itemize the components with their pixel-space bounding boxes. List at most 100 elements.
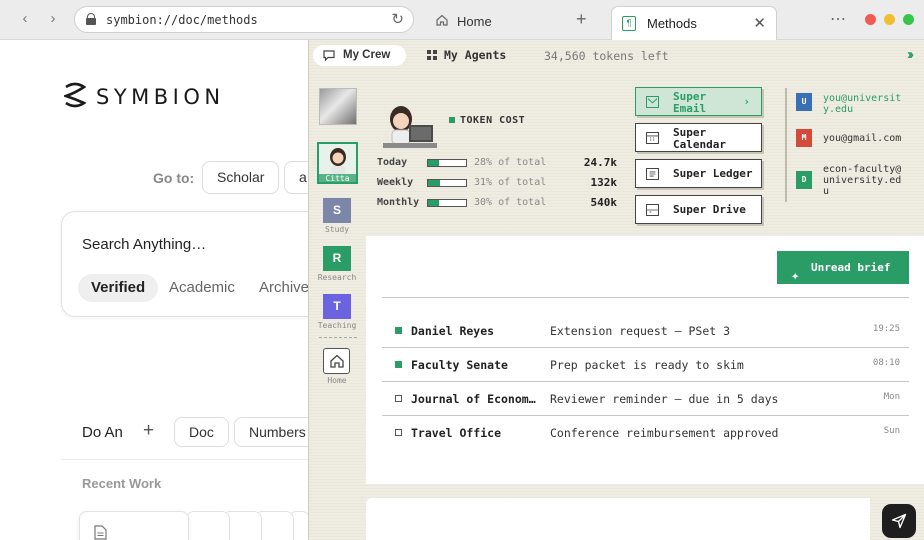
filter-tab-verified[interactable]: Verified bbox=[78, 274, 159, 302]
tab-methods-label: Methods bbox=[647, 16, 697, 31]
message-row[interactable]: Journal of Econom… Reviewer reminder — d… bbox=[382, 382, 909, 416]
tab-home[interactable]: Home + bbox=[424, 7, 604, 35]
account-badge: D bbox=[796, 171, 812, 189]
workspace-badge: T bbox=[323, 294, 351, 319]
workspace-caption: Study bbox=[324, 225, 350, 234]
service-super-calendar[interactable]: Super Calendar bbox=[635, 123, 762, 152]
token-bar bbox=[427, 159, 467, 167]
workspace-badge: S bbox=[323, 198, 351, 223]
unread-dot bbox=[395, 361, 402, 368]
token-row-today: Today 28% of total 24.7k bbox=[377, 156, 617, 171]
message-row[interactable]: Faculty Senate Prep packet is ready to s… bbox=[382, 348, 909, 382]
account-email: you@gmail.com bbox=[823, 133, 902, 144]
unread-dot bbox=[395, 327, 402, 334]
new-tab-icon[interactable]: + bbox=[576, 9, 587, 30]
recent-card[interactable] bbox=[186, 511, 230, 540]
my-agents-label: My Agents bbox=[444, 48, 507, 62]
token-bar bbox=[427, 199, 467, 207]
reload-icon[interactable]: ↻ bbox=[391, 10, 404, 28]
token-bar bbox=[427, 179, 467, 187]
goto-label: Go to: bbox=[153, 170, 195, 186]
document-icon: ¶ bbox=[622, 16, 636, 31]
panel-topbar: My Crew My Agents 34,560 tokens left ›› bbox=[309, 40, 924, 70]
service-super-email[interactable]: Super Email › bbox=[635, 87, 762, 116]
close-window-icon[interactable] bbox=[865, 14, 876, 25]
token-bar-fill bbox=[428, 180, 440, 186]
account-badge: M bbox=[796, 129, 812, 147]
agent-at-desk-icon bbox=[383, 106, 437, 148]
more-icon[interactable]: ⋯ bbox=[830, 9, 847, 29]
send-button[interactable] bbox=[882, 504, 916, 538]
service-label: Super Email bbox=[673, 91, 706, 115]
chat-icon bbox=[323, 50, 335, 61]
do-chip-doc[interactable]: Doc bbox=[174, 417, 229, 447]
service-super-ledger[interactable]: Super Ledger bbox=[635, 159, 762, 188]
token-cost-card: TOKEN COST Today 28% of total 24.7k Week… bbox=[369, 90, 619, 215]
chevron-right-icon: › bbox=[743, 95, 750, 108]
search-placeholder[interactable]: Search Anything… bbox=[82, 236, 206, 253]
compose-input[interactable] bbox=[366, 498, 870, 540]
message-row[interactable]: Daniel Reyes Extension request — PSet 3 … bbox=[382, 314, 909, 348]
divider bbox=[61, 459, 321, 460]
tab-methods[interactable]: ¶ Methods ✕ bbox=[611, 6, 777, 40]
token-bar-fill bbox=[428, 160, 439, 166]
my-crew-button[interactable]: My Crew bbox=[313, 45, 406, 66]
service-label: Super Drive bbox=[673, 203, 746, 216]
zoom-window-icon[interactable] bbox=[903, 14, 914, 25]
filter-tab-academic[interactable]: Academic bbox=[169, 274, 235, 302]
symbion-panel: My Crew My Agents 34,560 tokens left ›› … bbox=[308, 40, 924, 540]
agent-caption: Citta bbox=[319, 174, 356, 183]
message-subject: Conference reimbursement approved bbox=[550, 426, 779, 440]
unread-brief-label: Unread brief bbox=[811, 261, 891, 274]
agent-citta[interactable]: Citta bbox=[317, 142, 358, 184]
token-row-monthly: Monthly 30% of total 540k bbox=[377, 196, 617, 211]
token-cost-title: TOKEN COST bbox=[449, 115, 525, 126]
address-text: symbion://doc/methods bbox=[106, 13, 258, 27]
home-icon bbox=[330, 354, 344, 368]
token-pct: 31% of total bbox=[474, 177, 547, 188]
message-time: 19:25 bbox=[872, 324, 900, 334]
home-button[interactable] bbox=[323, 348, 350, 374]
workspace-badge: R bbox=[323, 246, 351, 271]
workspace-teaching[interactable]: T Teaching bbox=[317, 294, 357, 330]
divider bbox=[382, 297, 909, 298]
grid-icon bbox=[427, 50, 437, 60]
workspace-study[interactable]: S Study bbox=[317, 198, 357, 234]
message-from: Daniel Reyes bbox=[411, 324, 495, 338]
service-label-line: Calendar bbox=[673, 138, 726, 151]
goto-chip-scholar[interactable]: Scholar bbox=[202, 161, 280, 194]
message-subject: Prep packet is ready to skim bbox=[550, 358, 744, 372]
message-time: 08:10 bbox=[872, 358, 900, 368]
service-super-drive[interactable]: Super Drive bbox=[635, 195, 762, 224]
minimize-window-icon[interactable] bbox=[884, 14, 895, 25]
message-subject: Extension request — PSet 3 bbox=[550, 324, 731, 338]
home-caption-wrap: Home bbox=[317, 374, 357, 385]
message-subject: Reviewer reminder — due in 5 days bbox=[550, 392, 779, 406]
token-bar-fill bbox=[428, 200, 440, 206]
unread-brief-button[interactable]: ✦ Unread brief bbox=[777, 251, 909, 284]
avatar[interactable] bbox=[319, 88, 357, 125]
workspace-research[interactable]: R Research bbox=[317, 246, 357, 282]
forward-icon[interactable]: › bbox=[44, 10, 62, 28]
message-row[interactable]: Travel Office Conference reimbursement a… bbox=[382, 416, 909, 450]
recent-card[interactable] bbox=[79, 511, 189, 540]
mail-icon bbox=[646, 96, 659, 108]
logo-text: SYMBION bbox=[96, 85, 225, 109]
message-from: Journal of Econom… bbox=[411, 392, 536, 406]
token-value: 24.7k bbox=[583, 156, 617, 169]
back-icon[interactable]: ‹ bbox=[16, 10, 34, 28]
token-value: 132k bbox=[590, 176, 618, 189]
send-icon bbox=[891, 513, 907, 529]
close-tab-icon[interactable]: ✕ bbox=[753, 14, 766, 32]
my-agents-button[interactable]: My Agents bbox=[427, 48, 506, 62]
workspace-caption: Research bbox=[317, 273, 357, 282]
read-dot bbox=[395, 395, 402, 402]
collapse-panel-icon[interactable]: ›› bbox=[907, 46, 914, 63]
token-row-weekly: Weekly 31% of total 132k bbox=[377, 176, 618, 191]
message-time: Mon bbox=[883, 392, 900, 402]
workspace-caption: Teaching bbox=[317, 321, 357, 330]
tokens-left: 34,560 tokens left bbox=[544, 49, 669, 63]
add-icon[interactable]: + bbox=[143, 420, 154, 442]
address-bar[interactable]: symbion://doc/methods ↻ bbox=[74, 6, 414, 33]
token-period: Weekly bbox=[377, 177, 414, 188]
